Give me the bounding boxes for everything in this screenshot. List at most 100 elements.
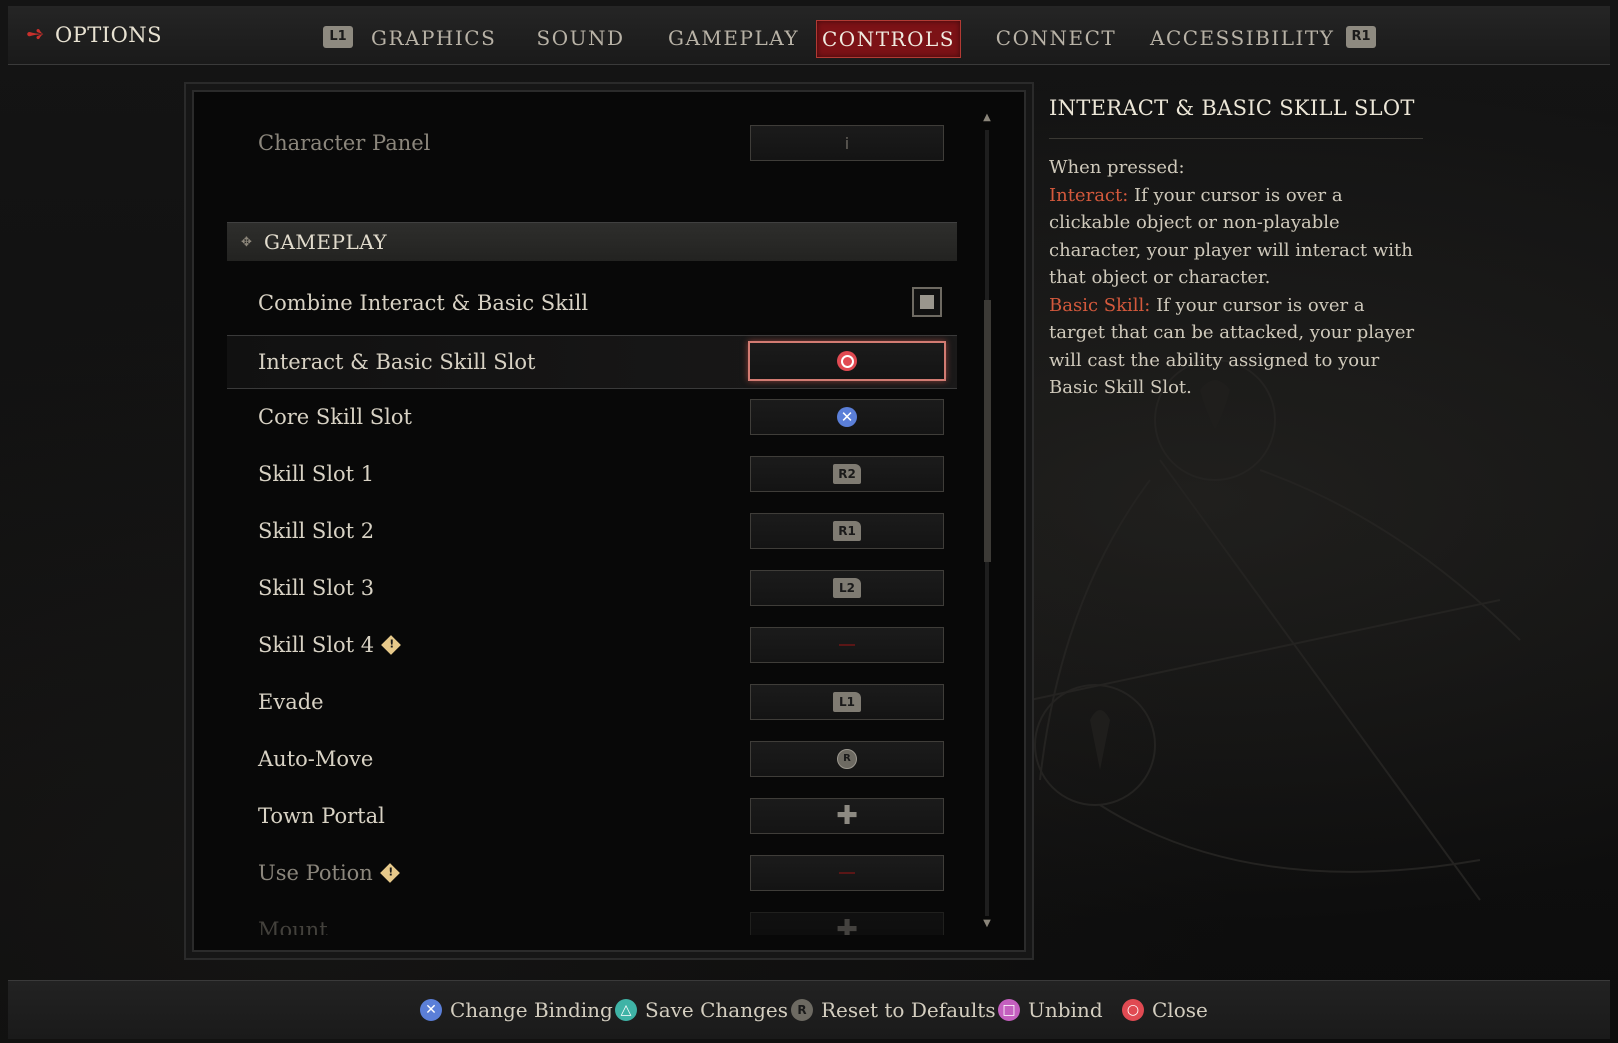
setting-row-skill-slot-2[interactable]: Skill Slot 2 R1 [227,506,957,556]
basic-skill-keyword: Basic Skill: [1049,294,1151,316]
binding-button[interactable]: R2 [750,456,944,492]
info-basic-paragraph: Basic Skill: If your cursor is over a ta… [1049,292,1419,402]
setting-row-evade[interactable]: Evade L1 [227,677,957,727]
scroll-up-icon[interactable]: ▲ [980,112,994,123]
setting-row-auto-move[interactable]: Auto-Move R [227,734,957,784]
l1-bumper-icon: L1 [833,692,861,712]
setting-row-use-potion[interactable]: Use Potion! [227,848,957,898]
circle-button-icon [837,351,857,371]
binding-button[interactable]: L1 [750,684,944,720]
scroll-down-icon[interactable]: ▼ [980,918,994,929]
binding-button[interactable]: R [750,741,944,777]
unbound-dash-icon [839,644,855,646]
setting-label: Skill Slot 2 [258,519,375,543]
info-description: When pressed: Interact: If your cursor i… [1049,154,1419,402]
hint-save-changes[interactable]: △ Save Changes [615,995,788,1025]
setting-row-character-panel[interactable]: Character Panel i [227,118,957,168]
bottom-hint-bar: ✕ Change Binding △ Save Changes R Reset … [8,980,1610,1039]
top-nav-bar: ➺ OPTIONS L1 GRAPHICS SOUND GAMEPLAY CON… [8,6,1610,65]
setting-label-text: Skill Slot 4 [258,633,375,657]
info-interact-paragraph: Interact: If your cursor is over a click… [1049,182,1419,292]
binding-button[interactable] [750,855,944,891]
hint-reset-defaults[interactable]: R Reset to Defaults [791,995,996,1025]
hint-label: Reset to Defaults [821,998,996,1022]
clipped-row-container: Mount ✚ [227,905,957,935]
binding-button[interactable]: ✚ [750,912,944,935]
setting-row-interact-basic-skill-slot[interactable]: Interact & Basic Skill Slot [227,335,957,389]
setting-row-mount[interactable]: Mount ✚ [227,905,957,935]
setting-label: Interact & Basic Skill Slot [258,350,536,374]
tab-connect[interactable]: CONNECT [994,20,1118,56]
checkbox-fill [920,295,934,309]
warning-icon: ! [381,634,402,655]
tab-graphics[interactable]: GRAPHICS [371,20,495,56]
options-title[interactable]: ➺ OPTIONS [26,20,162,50]
setting-label: Character Panel [258,131,431,155]
setting-row-combine-interact[interactable]: Combine Interact & Basic Skill [227,278,957,328]
r2-trigger-icon: R2 [833,464,861,484]
tab-sound[interactable]: SOUND [533,20,628,56]
setting-label-text: Use Potion [258,861,373,885]
hint-change-binding[interactable]: ✕ Change Binding [420,995,613,1025]
setting-label: Skill Slot 3 [258,576,375,600]
r1-bumper-icon: R1 [833,521,861,541]
setting-label: Combine Interact & Basic Skill [258,291,589,315]
unbound-dash-icon [839,872,855,874]
right-stick-icon: R [837,749,857,769]
setting-row-town-portal[interactable]: Town Portal ✚ [227,791,957,841]
right-stick-icon: R [791,999,813,1021]
combine-checkbox[interactable] [912,287,942,317]
binding-button[interactable] [750,627,944,663]
back-arrow-icon: ➺ [26,22,45,47]
cross-button-icon: ✕ [837,407,857,427]
square-button-icon: □ [998,999,1020,1021]
hint-close[interactable]: ○ Close [1122,995,1208,1025]
hint-unbind[interactable]: □ Unbind [998,995,1103,1025]
setting-row-skill-slot-4[interactable]: Skill Slot 4! [227,620,957,670]
circle-button-icon: ○ [1122,999,1144,1021]
binding-button[interactable]: L2 [750,570,944,606]
binding-button[interactable]: R1 [750,513,944,549]
tab-controls[interactable]: CONTROLS [816,20,961,58]
binding-button[interactable]: ✕ [750,399,944,435]
l1-shoulder-icon[interactable]: L1 [323,26,353,48]
tab-accessibility[interactable]: ACCESSIBILITY [1150,20,1333,56]
section-diamond-icon: ✥ [241,235,252,250]
dpad-icon: ✚ [836,801,858,831]
hint-label: Save Changes [645,998,789,1022]
settings-scrollbar[interactable]: ▲ ▼ [980,112,994,934]
setting-label: Skill Slot 1 [258,462,375,486]
section-header-gameplay: ✥ GAMEPLAY [227,222,957,261]
binding-button[interactable]: ✚ [750,798,944,834]
setting-label: Skill Slot 4! [258,620,402,670]
i-key-icon: i [844,133,850,153]
hint-label: Change Binding [450,998,613,1022]
setting-label: Mount [258,918,328,935]
warning-icon: ! [379,862,400,883]
setting-row-core-skill-slot[interactable]: Core Skill Slot ✕ [227,392,957,442]
info-title: INTERACT & BASIC SKILL SLOT [1049,96,1415,120]
scroll-thumb[interactable] [984,300,991,562]
setting-label: Town Portal [258,804,385,828]
r1-shoulder-icon[interactable]: R1 [1346,26,1376,48]
setting-row-skill-slot-3[interactable]: Skill Slot 3 L2 [227,563,957,613]
l2-trigger-icon: L2 [833,578,861,598]
interact-keyword: Interact: [1049,184,1129,206]
info-intro: When pressed: [1049,157,1185,178]
setting-row-skill-slot-1[interactable]: Skill Slot 1 R2 [227,449,957,499]
options-title-label: OPTIONS [54,23,163,47]
hint-label: Close [1152,998,1208,1022]
binding-button[interactable] [748,341,946,381]
hint-label: Unbind [1028,998,1103,1022]
binding-button[interactable]: i [750,125,944,161]
setting-label: Use Potion! [258,848,400,898]
setting-label: Evade [258,690,324,714]
triangle-button-icon: △ [615,999,637,1021]
tab-gameplay[interactable]: GAMEPLAY [668,20,798,56]
setting-label: Core Skill Slot [258,405,412,429]
section-title: GAMEPLAY [264,230,388,254]
setting-label: Auto-Move [258,747,374,771]
dpad-icon: ✚ [836,915,858,935]
info-divider [1049,138,1423,139]
cross-button-icon: ✕ [420,999,442,1021]
